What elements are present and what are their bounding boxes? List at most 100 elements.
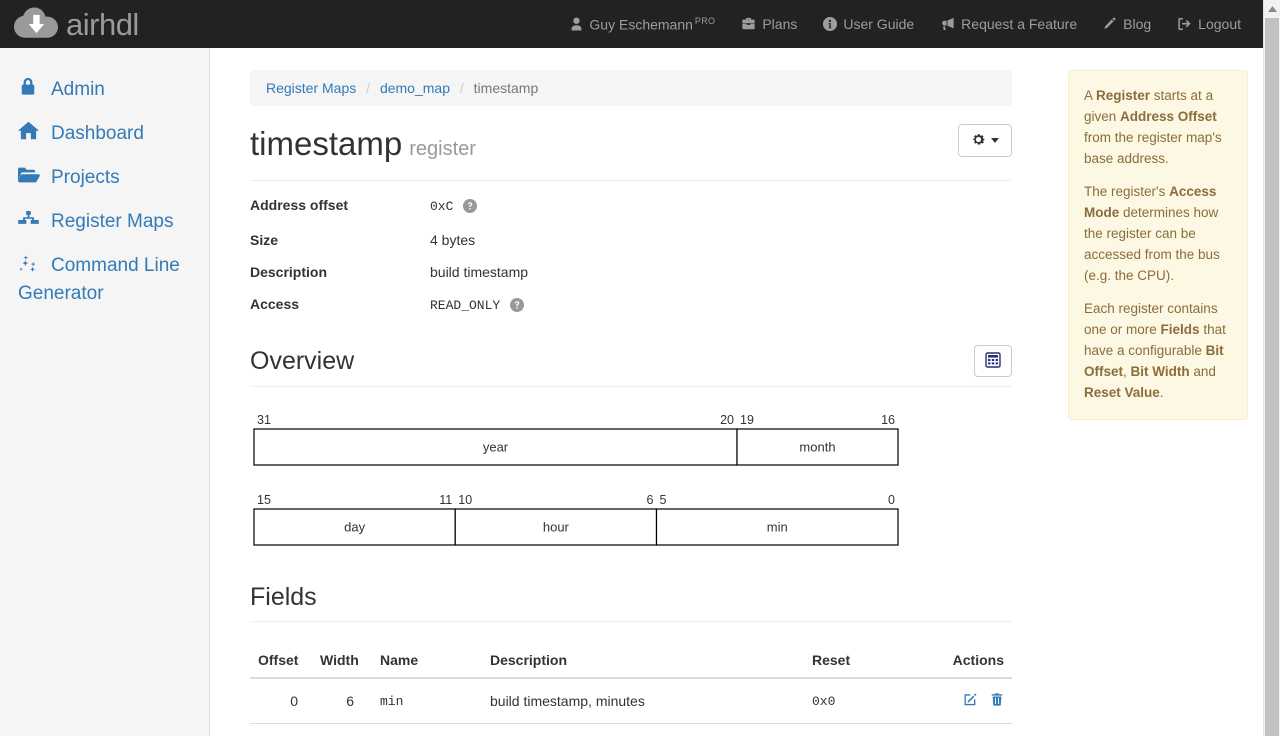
cell-actions: [924, 723, 1012, 736]
detail-label: Access: [250, 296, 300, 312]
breadcrumb-item-register-maps[interactable]: Register Maps: [266, 80, 356, 96]
detail-row-address-offset: Address offset 0xC: [250, 197, 1012, 216]
detail-row-access: Access READ_ONLY: [250, 296, 1012, 315]
cell-actions: [924, 677, 1012, 724]
detail-label: Size: [250, 232, 279, 248]
breadcrumb-item-current: timestamp: [473, 80, 539, 96]
home-icon: [18, 120, 44, 141]
pencil-icon: [1103, 17, 1117, 31]
primary-column: Register Maps / demo_map / timestamp tim…: [250, 70, 1012, 736]
table-grid-icon: [985, 352, 1001, 370]
sidebar-item-label: Dashboard: [51, 123, 144, 144]
bit-field-label-hour: hour: [543, 520, 570, 535]
sidebar-item-projects[interactable]: Projects: [0, 156, 209, 200]
bit-index-lsb-min: 0: [888, 493, 895, 507]
page-title: timestamp register: [250, 124, 476, 169]
cell-width: 5: [312, 723, 372, 736]
nav-item-plans[interactable]: Plans: [741, 16, 797, 32]
column-header-name: Name: [372, 644, 482, 680]
nav-item-user[interactable]: Guy Eschemann PRO: [570, 15, 716, 33]
detail-label: Address offset: [250, 197, 349, 213]
nav-user-name: Guy Eschemann: [589, 16, 693, 33]
scrollbar-thumb[interactable]: [1265, 18, 1279, 736]
lock-icon: [18, 76, 44, 97]
description-value: build timestamp: [430, 264, 529, 280]
nav-item-blog[interactable]: Blog: [1103, 16, 1151, 32]
info-circle-icon: [823, 17, 838, 31]
sidebar-item-admin[interactable]: Admin: [0, 68, 209, 112]
column-header-description: Description: [482, 644, 804, 680]
bit-field-label-month: month: [799, 440, 835, 455]
bit-index-msb-hour: 10: [458, 493, 472, 507]
sidebar-item-register-maps[interactable]: Register Maps: [0, 200, 209, 244]
page-title-text: timestamp: [250, 125, 403, 162]
help-icon[interactable]: [463, 199, 478, 216]
cell-description: build timestamp, minutes: [482, 677, 804, 724]
column-header-actions: Actions: [924, 644, 1012, 680]
sign-out-icon: [1177, 17, 1192, 31]
sidebar-item-label: Register Maps: [51, 211, 174, 232]
size-value: 4 bytes: [430, 232, 476, 248]
fields-table-body: 0 6 min build timestamp, minutes 0x0: [250, 677, 1012, 736]
sidebar-item-command-line-generator[interactable]: Command Line Generator: [0, 244, 209, 316]
nav-item-label: Blog: [1123, 16, 1152, 32]
brand-name: airhdl: [66, 6, 139, 42]
column-header-offset: Offset: [250, 644, 312, 680]
detail-label: Description: [250, 264, 328, 280]
table-grid-button[interactable]: [974, 345, 1012, 378]
overview-section-header: Overview: [250, 345, 1012, 388]
bit-index-lsb-hour: 6: [647, 493, 654, 507]
bit-field-label-year: year: [483, 440, 509, 455]
cogs-icon: [18, 254, 44, 273]
register-details: Address offset 0xC Size 4 bytes Descript…: [250, 197, 1012, 315]
help-icon[interactable]: [510, 298, 525, 315]
app-window: airhdl Guy Eschemann PRO Plans User Guide: [0, 0, 1280, 736]
secondary-column: A Register starts at a given Address Off…: [1068, 70, 1248, 420]
help-paragraph-2: Each register contains one or more Field…: [1084, 301, 1226, 400]
delete-icon[interactable]: [990, 692, 1004, 707]
cloud-download-icon: [14, 7, 58, 41]
breadcrumb-item-demo-map[interactable]: demo_map: [380, 80, 450, 96]
fields-table-head: Offset Width Name Description Reset Acti…: [250, 644, 1012, 680]
cell-name: hour: [372, 723, 482, 736]
edit-icon[interactable]: [963, 692, 978, 707]
bit-index-lsb-day: 11: [439, 493, 452, 507]
page-header: timestamp register: [250, 124, 1012, 181]
nav-item-user-guide[interactable]: User Guide: [823, 16, 914, 32]
sidebar-item-dashboard[interactable]: Dashboard: [0, 112, 209, 156]
sidebar: Admin Dashboard Projects Register Maps C…: [0, 48, 210, 736]
top-navbar: airhdl Guy Eschemann PRO Plans User Guide: [0, 0, 1263, 48]
column-header-reset: Reset: [804, 644, 924, 680]
bit-diagram-row-lower: day 15 11 hour 10 6 min 5 0: [250, 489, 1012, 569]
page-scrollbar[interactable]: [1263, 0, 1280, 736]
detail-row-description: Description build timestamp: [250, 264, 1012, 280]
page-subtitle: register: [409, 138, 476, 160]
bit-index-lsb-year: 20: [720, 413, 734, 427]
table-row[interactable]: 6 5 hour build timestamp, hour 0x0: [250, 723, 1012, 736]
bit-index-lsb-month: 16: [881, 413, 895, 427]
sidebar-item-label: Projects: [51, 167, 120, 188]
pro-badge: PRO: [694, 15, 716, 26]
detail-row-size: Size 4 bytes: [250, 232, 1012, 248]
main-content: Register Maps / demo_map / timestamp tim…: [210, 48, 1263, 736]
register-settings-button[interactable]: [958, 124, 1012, 158]
bit-index-msb-day: 15: [257, 493, 271, 507]
nav-item-logout[interactable]: Logout: [1177, 16, 1241, 32]
cell-reset: 0x0: [804, 723, 924, 736]
detail-value: READ_ONLY: [430, 296, 525, 315]
scroll-up-arrow-icon[interactable]: [1264, 0, 1280, 17]
bullhorn-icon: [940, 17, 955, 31]
brand-logo-link[interactable]: airhdl: [14, 7, 139, 41]
help-panel: A Register starts at a given Address Off…: [1068, 70, 1248, 420]
table-row[interactable]: 0 6 min build timestamp, minutes 0x0: [250, 677, 1012, 724]
address-offset-value: 0xC: [430, 199, 454, 214]
overview-title: Overview: [250, 346, 355, 375]
user-icon: [570, 17, 583, 31]
cell-offset: 0: [250, 677, 312, 724]
gear-icon: [971, 132, 986, 149]
detail-value: 0xC: [430, 197, 478, 216]
bit-diagram-row-upper: year 31 20 month 19 16: [250, 409, 1012, 489]
help-paragraph-0: A Register starts at a given Address Off…: [1084, 88, 1222, 166]
help-paragraph-1: The register's Access Mode determines ho…: [1084, 184, 1220, 283]
nav-item-request-feature[interactable]: Request a Feature: [940, 16, 1077, 32]
